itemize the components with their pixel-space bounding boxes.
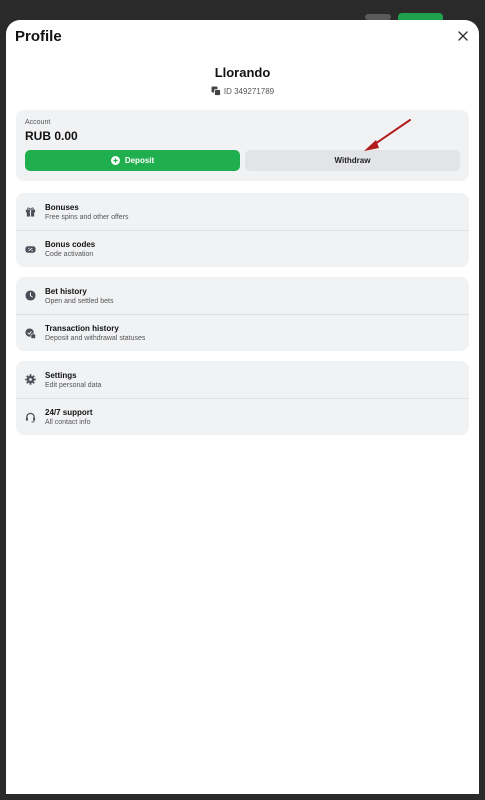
menu-item-bonuses[interactable]: Bonuses Free spins and other offers <box>16 193 469 230</box>
account-label: Account <box>25 119 51 126</box>
account-balance: RUB 0.00 <box>25 129 78 143</box>
menu-subtitle: Code activation <box>45 251 94 258</box>
page-title: Profile <box>15 28 62 45</box>
profile-sheet: Profile Llorando ID 349271789 Account RU… <box>6 20 479 794</box>
gift-icon <box>25 207 36 217</box>
menu-subtitle: Free spins and other offers <box>45 213 129 221</box>
username: Llorando <box>214 65 271 80</box>
menu-title: Bet history <box>45 286 87 296</box>
menu-subtitle: Open and settled bets <box>45 297 114 305</box>
menu-title: Transaction history <box>45 324 119 333</box>
menu-title: 24/7 support <box>45 408 93 417</box>
menu-item-bet-history[interactable]: Bet history Open and settled bets <box>16 277 469 314</box>
deposit-button[interactable]: Deposit <box>25 150 240 171</box>
menu-item-support[interactable]: 24/7 support All contact info <box>16 398 469 435</box>
account-card: Account RUB 0.00 Deposit Withdraw <box>16 110 469 181</box>
user-id-row[interactable]: ID 349271789 <box>6 86 479 96</box>
menu-item-bonus-codes[interactable]: Bonus codes Code activation <box>16 230 469 267</box>
ticket-icon <box>25 245 36 253</box>
withdraw-label: Withdraw <box>334 156 371 165</box>
menu-group-bonuses: Bonuses Free spins and other offers Bonu… <box>16 193 469 267</box>
headset-icon <box>25 412 36 423</box>
menu-subtitle: Deposit and withdrawal statuses <box>45 335 146 342</box>
deposit-label: Deposit <box>124 156 155 165</box>
menu-group-settings: Settings Edit personal data 24/7 support… <box>16 361 469 435</box>
menu-title: Bonuses <box>45 202 79 212</box>
menu-group-history: Bet history Open and settled bets Transa… <box>16 277 469 351</box>
close-icon[interactable] <box>456 29 470 43</box>
menu-title: Settings <box>45 370 77 380</box>
user-id: ID 349271789 <box>223 86 275 96</box>
sheet-header: Profile <box>6 20 479 56</box>
withdraw-button[interactable]: Withdraw <box>245 150 460 171</box>
copy-icon <box>211 86 221 96</box>
menu-title: Bonus codes <box>45 240 96 249</box>
gear-icon <box>25 374 36 385</box>
plus-circle-icon <box>110 156 120 165</box>
menu-subtitle: Edit personal data <box>45 381 102 389</box>
background-app-bar <box>0 0 485 25</box>
user-info: Llorando ID 349271789 <box>6 65 479 96</box>
transaction-icon <box>25 327 36 339</box>
menu-item-settings[interactable]: Settings Edit personal data <box>16 361 469 398</box>
menu-subtitle: All contact info <box>45 419 91 426</box>
menu-item-transaction-history[interactable]: Transaction history Deposit and withdraw… <box>16 314 469 351</box>
clock-icon <box>25 290 36 301</box>
